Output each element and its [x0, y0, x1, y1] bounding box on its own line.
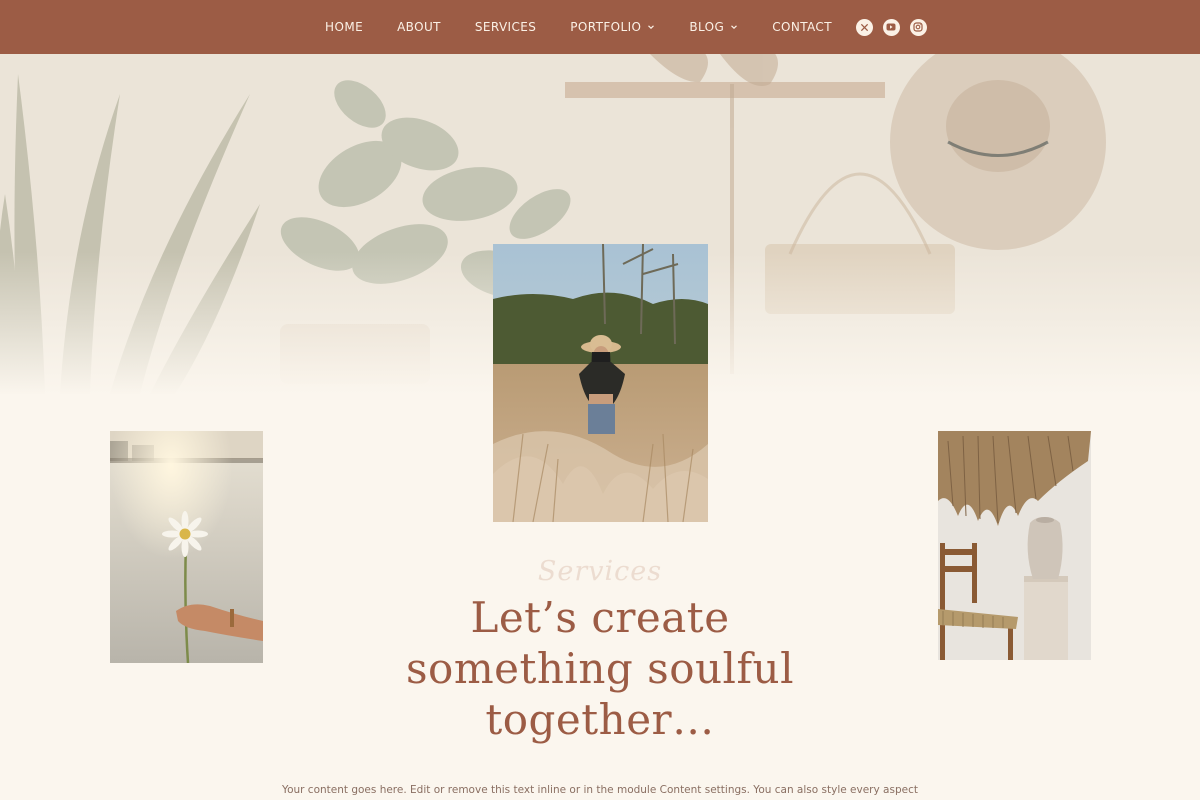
page: HOME ABOUT SERVICES PORTFOLIO BLOG CONTA…: [0, 0, 1200, 800]
nav-item-label: PORTFOLIO: [570, 20, 642, 34]
photo-chair-and-vase: [938, 431, 1091, 660]
top-navigation-bar: HOME ABOUT SERVICES PORTFOLIO BLOG CONTA…: [0, 0, 1200, 54]
chevron-down-icon: [648, 25, 655, 30]
section-body-text: Your content goes here. Edit or remove t…: [282, 784, 918, 796]
nav-item-contact[interactable]: CONTACT: [772, 20, 832, 34]
nav-item-label: CONTACT: [772, 20, 832, 34]
nav-menu: HOME ABOUT SERVICES PORTFOLIO BLOG CONTA…: [308, 18, 932, 36]
nav-item-label: SERVICES: [474, 20, 537, 34]
nav-item-about[interactable]: ABOUT: [397, 20, 441, 34]
social-links: [851, 18, 932, 36]
photo-woman-in-field: [493, 244, 708, 522]
nav-item-label: ABOUT: [397, 20, 441, 34]
nav-item-label: HOME: [325, 20, 364, 34]
nav-item-services[interactable]: SERVICES: [475, 20, 536, 34]
section-heading: Let’s create something soulful together…: [405, 593, 795, 744]
nav-item-label: BLOG: [689, 20, 725, 34]
instagram-icon[interactable]: [909, 18, 927, 36]
chevron-down-icon: [731, 25, 738, 30]
photo-daisy-over-water: [110, 431, 263, 663]
section-script-label: Services: [537, 556, 663, 587]
youtube-icon[interactable]: [882, 18, 900, 36]
nav-item-blog[interactable]: BLOG: [689, 20, 738, 34]
nav-item-portfolio[interactable]: PORTFOLIO: [570, 20, 655, 34]
nav-item-home[interactable]: HOME: [325, 20, 363, 34]
x-icon[interactable]: [855, 18, 873, 36]
